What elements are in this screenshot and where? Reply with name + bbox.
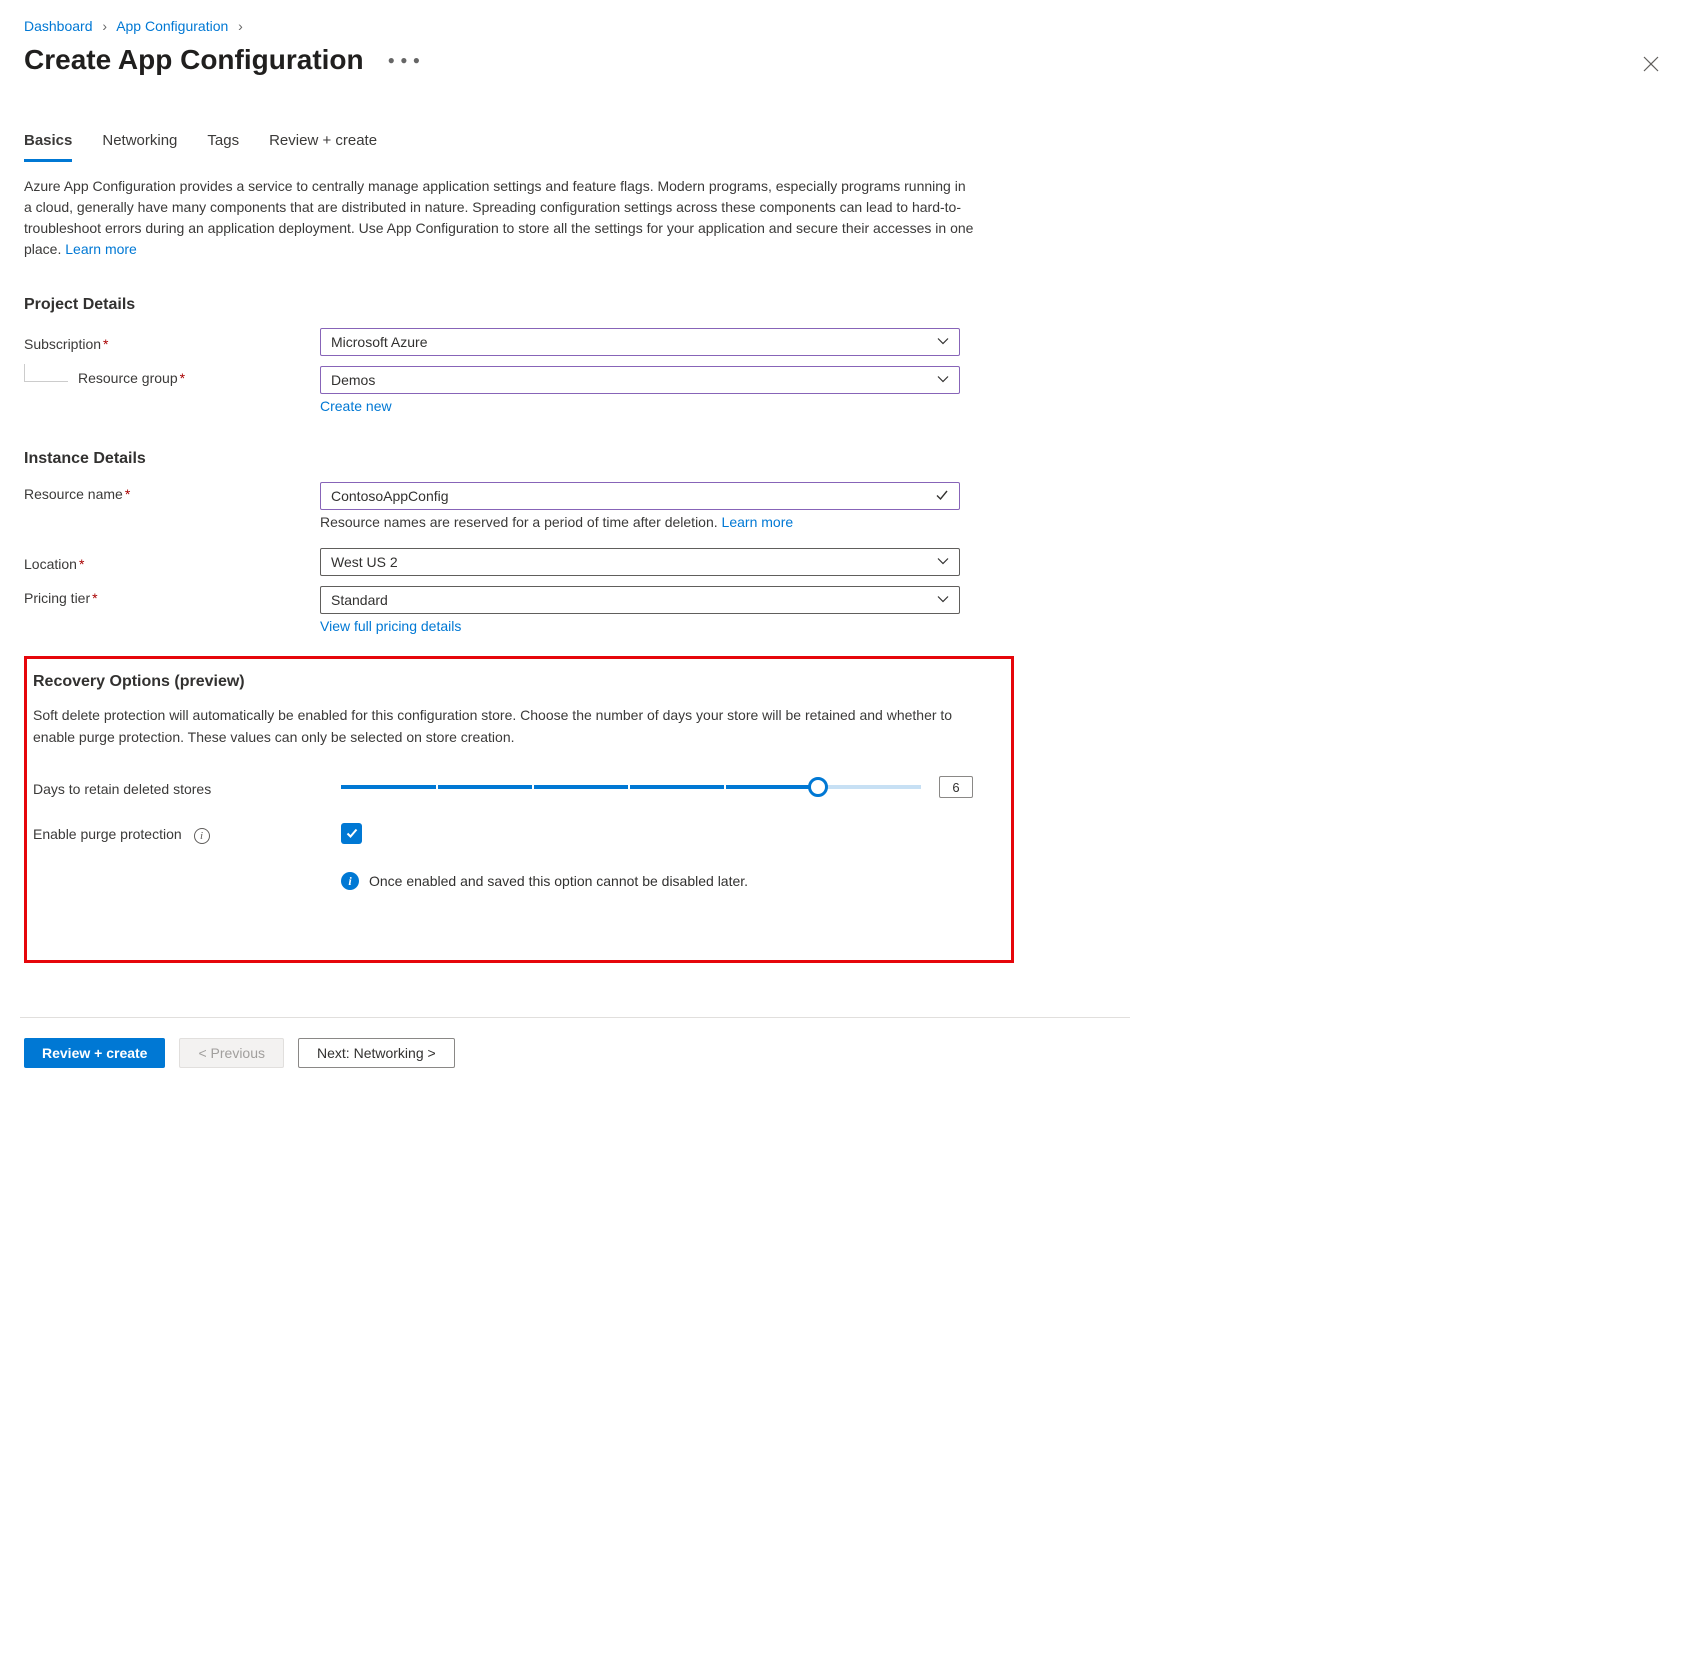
resource-name-hint: Resource names are reserved for a period…: [320, 514, 960, 530]
days-retain-label: Days to retain deleted stores: [33, 777, 341, 797]
location-select[interactable]: West US 2: [320, 548, 960, 576]
resource-group-label: Resource group*: [78, 370, 185, 386]
recovery-options-highlighted-box: Recovery Options (preview) Soft delete p…: [24, 656, 1014, 963]
chevron-down-icon: [937, 592, 949, 608]
tab-tags[interactable]: Tags: [207, 132, 239, 162]
intro-text: Azure App Configuration provides a servi…: [24, 176, 974, 260]
subscription-select[interactable]: Microsoft Azure: [320, 328, 960, 356]
section-instance-details: Instance Details: [24, 450, 1110, 468]
info-solid-icon: i: [341, 872, 359, 890]
days-retain-value: 6: [939, 776, 973, 798]
tab-networking[interactable]: Networking: [102, 132, 177, 162]
breadcrumb: Dashboard › App Configuration ›: [24, 18, 1110, 34]
section-recovery-options: Recovery Options (preview): [33, 673, 1005, 691]
slider-handle[interactable]: [808, 777, 828, 797]
section-project-details: Project Details: [24, 296, 1110, 314]
info-icon[interactable]: i: [194, 828, 210, 844]
chevron-down-icon: [937, 554, 949, 570]
chevron-right-icon: ›: [238, 18, 243, 34]
location-label: Location*: [24, 552, 320, 572]
pricing-tier-select[interactable]: Standard: [320, 586, 960, 614]
intro-learn-more-link[interactable]: Learn more: [65, 241, 137, 257]
resource-group-select[interactable]: Demos: [320, 366, 960, 394]
subscription-label: Subscription*: [24, 332, 320, 352]
purge-protection-note: Once enabled and saved this option canno…: [369, 873, 748, 889]
checkmark-icon: [935, 488, 949, 505]
create-new-rg-link[interactable]: Create new: [320, 398, 392, 414]
resource-name-input[interactable]: ContosoAppConfig: [320, 482, 960, 510]
chevron-right-icon: ›: [102, 18, 107, 34]
purge-protection-label: Enable purge protection i: [33, 822, 341, 844]
review-create-button[interactable]: Review + create: [24, 1038, 165, 1068]
resource-name-learn-more-link[interactable]: Learn more: [722, 514, 794, 530]
tab-review-create[interactable]: Review + create: [269, 132, 377, 162]
checkmark-icon: [345, 826, 359, 840]
previous-button: < Previous: [179, 1038, 284, 1068]
page-title: Create App Configuration: [24, 44, 364, 76]
resource-name-label: Resource name*: [24, 482, 320, 502]
close-button[interactable]: [1643, 56, 1659, 75]
pricing-tier-label: Pricing tier*: [24, 586, 320, 606]
breadcrumb-app-configuration[interactable]: App Configuration: [116, 18, 228, 34]
breadcrumb-dashboard[interactable]: Dashboard: [24, 18, 93, 34]
recovery-description: Soft delete protection will automaticall…: [33, 705, 963, 748]
days-retain-slider[interactable]: [341, 785, 921, 789]
tabs: Basics Networking Tags Review + create: [24, 132, 1110, 162]
more-actions-icon[interactable]: ● ● ●: [388, 53, 421, 67]
chevron-down-icon: [937, 372, 949, 388]
purge-protection-checkbox[interactable]: [341, 823, 362, 844]
chevron-down-icon: [937, 334, 949, 350]
tree-indent-icon: [24, 364, 68, 382]
tab-basics[interactable]: Basics: [24, 132, 72, 162]
next-button[interactable]: Next: Networking >: [298, 1038, 455, 1068]
pricing-details-link[interactable]: View full pricing details: [320, 618, 461, 634]
footer-bar: Review + create < Previous Next: Network…: [20, 1017, 1130, 1098]
